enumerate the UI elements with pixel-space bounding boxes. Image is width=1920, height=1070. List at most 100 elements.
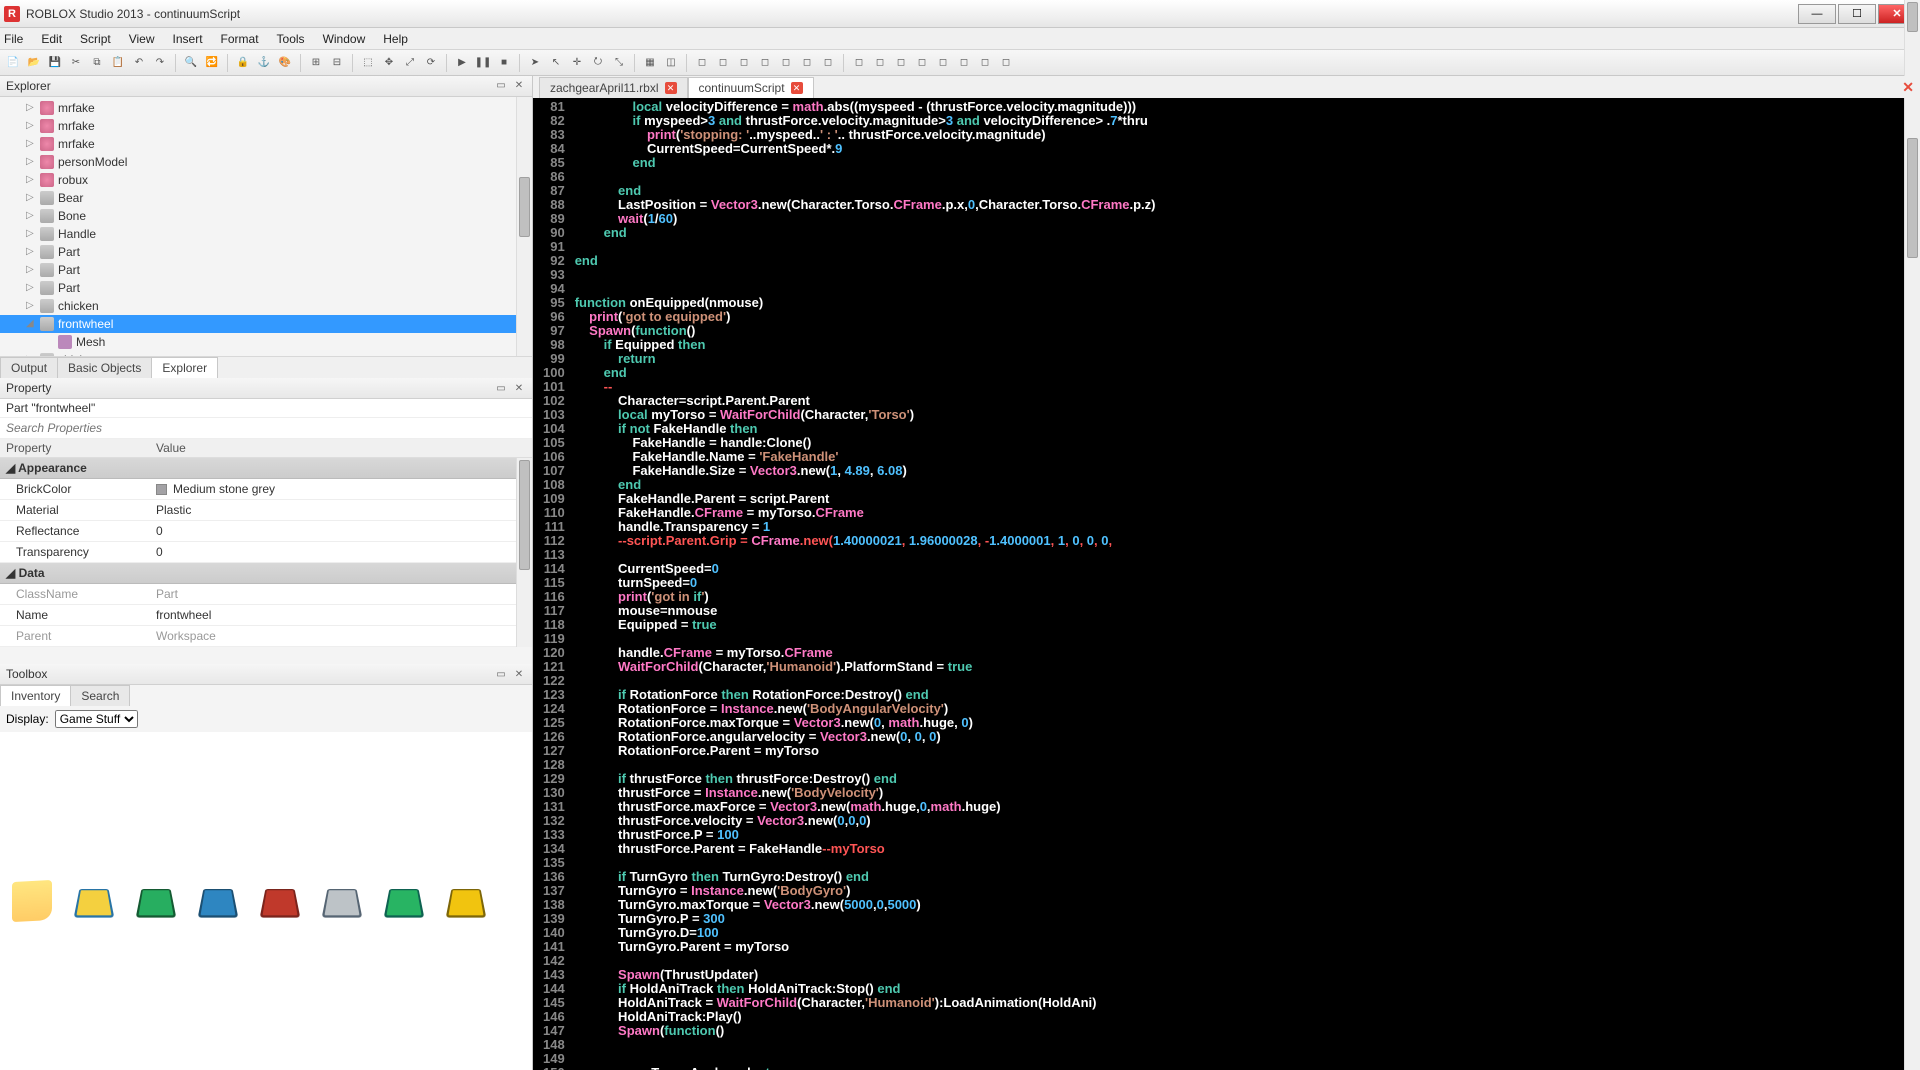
toolbox-item-6[interactable] <box>382 879 426 923</box>
tree-item-mesh[interactable]: Mesh <box>0 333 532 351</box>
prop-material[interactable]: MaterialPlastic <box>0 500 532 521</box>
prop-name[interactable]: Namefrontwheel <box>0 605 532 626</box>
q-button[interactable]: ◻ <box>934 54 952 72</box>
maximize-button[interactable]: ☐ <box>1838 4 1876 24</box>
tree-item-personmodel[interactable]: ▷personModel <box>0 153 532 171</box>
code-area[interactable]: local velocityDifference = math.abs((mys… <box>571 98 1920 1070</box>
prop-category-appearance[interactable]: ◢ Appearance <box>0 458 532 479</box>
toolbox-tab-inventory[interactable]: Inventory <box>0 685 71 706</box>
stop-button[interactable]: ■ <box>495 54 513 72</box>
lock-button[interactable]: 🔒 <box>234 54 252 72</box>
prop-reflectance[interactable]: Reflectance0 <box>0 521 532 542</box>
toolbox-item-0[interactable] <box>10 879 54 923</box>
r-button[interactable]: ◻ <box>955 54 973 72</box>
new-button[interactable]: 📄 <box>4 54 22 72</box>
code-editor[interactable]: 81 82 83 84 85 86 87 88 89 90 91 92 93 9… <box>533 98 1920 1070</box>
doc-tab-zachgearApril11.rbxl[interactable]: zachgearApril11.rbxl✕ <box>539 77 688 98</box>
anchor-button[interactable]: ⚓ <box>255 54 273 72</box>
tree-item-mrfake[interactable]: ▷mrfake <box>0 117 532 135</box>
find-button[interactable]: 🔍 <box>182 54 200 72</box>
prop-category-data[interactable]: ◢ Data <box>0 563 532 584</box>
cut-button[interactable]: ✂ <box>67 54 85 72</box>
panel-close-icon[interactable]: ✕ <box>512 381 526 395</box>
toolbox-display-select[interactable]: Game Stuff <box>55 710 138 728</box>
f-button[interactable]: ◻ <box>798 54 816 72</box>
toolbox-item-2[interactable] <box>134 879 178 923</box>
menu-format[interactable]: Format <box>221 32 259 46</box>
toolbox-item-4[interactable] <box>258 879 302 923</box>
move2-button[interactable]: ✛ <box>568 54 586 72</box>
replace-button[interactable]: 🔁 <box>203 54 221 72</box>
tab-explorer[interactable]: Explorer <box>151 357 218 378</box>
tab-close-icon[interactable]: ✕ <box>791 82 803 94</box>
tree-item-part[interactable]: ▷Part <box>0 243 532 261</box>
menu-script[interactable]: Script <box>80 32 111 46</box>
save-button[interactable]: 💾 <box>46 54 64 72</box>
minimize-button[interactable]: — <box>1798 4 1836 24</box>
x-button[interactable]: ◻ <box>850 54 868 72</box>
tree-item-bear[interactable]: ▷Bear <box>0 189 532 207</box>
tab-basic-objects[interactable]: Basic Objects <box>57 357 152 378</box>
scale2-button[interactable]: ⤡ <box>610 54 628 72</box>
property-search-input[interactable] <box>0 418 532 439</box>
prop-transparency[interactable]: Transparency0 <box>0 542 532 563</box>
toolbox-item-1[interactable] <box>72 879 116 923</box>
redo-button[interactable]: ↷ <box>151 54 169 72</box>
e-button[interactable]: ◻ <box>777 54 795 72</box>
tree-item-chicken[interactable]: ▷chicken <box>0 297 532 315</box>
pause-button[interactable]: ❚❚ <box>474 54 492 72</box>
open-button[interactable]: 📂 <box>25 54 43 72</box>
menu-file[interactable]: File <box>4 32 23 46</box>
tree-item-mrfake[interactable]: ▷mrfake <box>0 135 532 153</box>
s-button[interactable]: ◻ <box>976 54 994 72</box>
sel-button[interactable]: ⬚ <box>359 54 377 72</box>
tree-item-handle[interactable]: ▷Handle <box>0 225 532 243</box>
property-scrollbar[interactable] <box>516 458 532 647</box>
ungroup-button[interactable]: ⊟ <box>328 54 346 72</box>
tab-output[interactable]: Output <box>0 357 58 378</box>
tree-item-bone[interactable]: ▷Bone <box>0 207 532 225</box>
tree-item-robux[interactable]: ▷robux <box>0 171 532 189</box>
panel-float-icon[interactable]: ▭ <box>494 381 508 395</box>
toolbox-item-5[interactable] <box>320 879 364 923</box>
rotate-button[interactable]: ⟳ <box>422 54 440 72</box>
explorer-scrollbar[interactable] <box>516 97 532 356</box>
toolbox-tab-search[interactable]: Search <box>70 685 130 706</box>
toolbox-item-7[interactable] <box>444 879 488 923</box>
scale-button[interactable]: ⤢ <box>401 54 419 72</box>
group-button[interactable]: ⊞ <box>307 54 325 72</box>
doc-tab-continuumScript[interactable]: continuumScript✕ <box>688 77 814 98</box>
w-button[interactable]: ◻ <box>913 54 931 72</box>
undo-button[interactable]: ↶ <box>130 54 148 72</box>
menu-edit[interactable]: Edit <box>41 32 62 46</box>
panel-float-icon[interactable]: ▭ <box>494 667 508 681</box>
close-all-tabs-icon[interactable]: ✕ <box>1902 79 1914 96</box>
editor-scrollbar[interactable] <box>1904 98 1920 1070</box>
tree-item-chicken[interactable]: ▷chicken <box>0 351 532 356</box>
tree-item-part[interactable]: ▷Part <box>0 279 532 297</box>
toolbox-item-3[interactable] <box>196 879 240 923</box>
copy-button[interactable]: ⧉ <box>88 54 106 72</box>
menu-tools[interactable]: Tools <box>277 32 305 46</box>
panel-float-icon[interactable]: ▭ <box>494 79 508 93</box>
d-button[interactable]: ◻ <box>756 54 774 72</box>
z-button[interactable]: ◻ <box>892 54 910 72</box>
color-button[interactable]: 🎨 <box>276 54 294 72</box>
g-button[interactable]: ◻ <box>819 54 837 72</box>
snap-button[interactable]: ◫ <box>662 54 680 72</box>
menu-window[interactable]: Window <box>323 32 366 46</box>
tab-close-icon[interactable]: ✕ <box>665 82 677 94</box>
y-button[interactable]: ◻ <box>871 54 889 72</box>
b-button[interactable]: ◻ <box>714 54 732 72</box>
panel-close-icon[interactable]: ✕ <box>512 79 526 93</box>
prop-brickcolor[interactable]: BrickColorMedium stone grey <box>0 479 532 500</box>
move-button[interactable]: ✥ <box>380 54 398 72</box>
tree-item-part[interactable]: ▷Part <box>0 261 532 279</box>
arrow-button[interactable]: ➤ <box>526 54 544 72</box>
rot2-button[interactable]: ⭮ <box>589 54 607 72</box>
menu-view[interactable]: View <box>129 32 155 46</box>
a-button[interactable]: ◻ <box>693 54 711 72</box>
t-button[interactable]: ◻ <box>997 54 1015 72</box>
menu-insert[interactable]: Insert <box>173 32 203 46</box>
grid-button[interactable]: ▦ <box>641 54 659 72</box>
